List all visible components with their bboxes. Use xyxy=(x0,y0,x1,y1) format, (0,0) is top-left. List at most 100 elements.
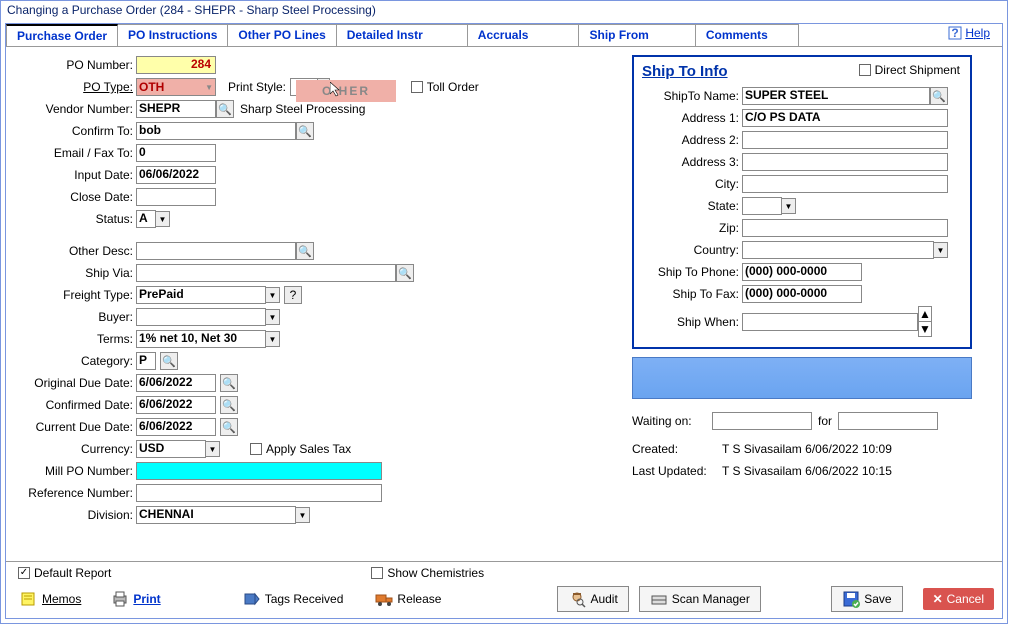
shipto-name-field[interactable]: SUPER STEEL xyxy=(742,87,930,105)
toll-order-checkbox[interactable]: Toll Order xyxy=(411,80,479,94)
checkbox-icon xyxy=(411,81,423,93)
addr1-field[interactable]: C/O PS DATA xyxy=(742,109,948,127)
country-field[interactable]: ▼ xyxy=(742,241,948,259)
spin-up-icon[interactable]: ▲ xyxy=(918,306,932,322)
mill-po-field[interactable] xyxy=(136,462,382,480)
addr3-label: Address 3: xyxy=(642,155,742,169)
category-label: Category: xyxy=(16,354,136,368)
zip-field[interactable] xyxy=(742,219,948,237)
ship-to-panel: Direct Shipment Ship To Info ShipTo Name… xyxy=(632,55,972,349)
waiting-for-field[interactable] xyxy=(838,412,938,430)
ship-when-field[interactable] xyxy=(742,313,918,331)
cancel-button[interactable]: ✕ Cancel xyxy=(923,588,994,610)
help-link[interactable]: ? Help xyxy=(948,26,990,40)
waiting-on-field[interactable] xyxy=(712,412,812,430)
search-icon: 🔍 xyxy=(222,377,236,390)
tab-detailed-instr[interactable]: Detailed Instr xyxy=(336,24,468,46)
audit-button[interactable]: Audit xyxy=(557,586,628,612)
spin-down-icon[interactable]: ▼ xyxy=(918,322,932,337)
shipto-phone-field[interactable]: (000) 000-0000 xyxy=(742,263,862,281)
created-label: Created: xyxy=(632,442,722,456)
terms-label: Terms: xyxy=(16,332,136,346)
addr2-label: Address 2: xyxy=(642,133,742,147)
created-value: T S Sivasailam 6/06/2022 10:09 xyxy=(722,442,892,456)
checkbox-icon xyxy=(859,64,871,76)
confirmed-date-label: Confirmed Date: xyxy=(16,398,136,412)
printer-icon xyxy=(111,590,129,608)
confirmed-date-lookup-button[interactable]: 🔍 xyxy=(220,396,238,414)
confirm-to-field[interactable]: bob xyxy=(136,122,296,140)
close-date-field[interactable] xyxy=(136,188,216,206)
addr2-field[interactable] xyxy=(742,131,948,149)
scan-manager-button[interactable]: Scan Manager xyxy=(639,586,761,612)
freight-type-label: Freight Type: xyxy=(16,288,136,302)
reference-number-field[interactable] xyxy=(136,484,382,502)
email-fax-field[interactable]: 0 xyxy=(136,144,216,162)
buyer-field[interactable]: ▼ xyxy=(136,308,280,326)
print-style-label: Print Style: xyxy=(228,80,286,94)
po-number-field[interactable]: 284 xyxy=(136,56,216,74)
release-button[interactable]: Release xyxy=(369,588,447,610)
addr3-field[interactable] xyxy=(742,153,948,171)
city-label: City: xyxy=(642,177,742,191)
shipto-fax-field[interactable]: (000) 000-0000 xyxy=(742,285,862,303)
category-lookup-button[interactable]: 🔍 xyxy=(160,352,178,370)
state-field[interactable]: ▼ xyxy=(742,197,796,215)
currency-field[interactable]: USD▼ xyxy=(136,440,220,458)
current-due-field[interactable]: 6/06/2022 xyxy=(136,418,216,436)
save-button[interactable]: Save xyxy=(831,586,902,612)
tab-other-po-lines[interactable]: Other PO Lines xyxy=(227,24,336,46)
other-desc-lookup-button[interactable]: 🔍 xyxy=(296,242,314,260)
vendor-lookup-button[interactable]: 🔍 xyxy=(216,100,234,118)
other-desc-field[interactable] xyxy=(136,242,296,260)
terms-field[interactable]: 1% net 10, Net 30▼ xyxy=(136,330,280,348)
chevron-down-icon: ▼ xyxy=(296,507,310,523)
division-label: Division: xyxy=(16,508,136,522)
tags-received-button[interactable]: Tags Received xyxy=(237,588,350,610)
status-field[interactable]: A▼ xyxy=(136,210,170,228)
confirmed-date-field[interactable]: 6/06/2022 xyxy=(136,396,216,414)
memos-button[interactable]: Memos xyxy=(14,588,87,610)
shipto-fax-label: Ship To Fax: xyxy=(642,287,742,301)
confirm-to-lookup-button[interactable]: 🔍 xyxy=(296,122,314,140)
apply-tax-checkbox[interactable]: Apply Sales Tax xyxy=(250,442,351,456)
ship-via-field[interactable] xyxy=(136,264,396,282)
show-chemistries-checkbox[interactable]: Show Chemistries xyxy=(371,566,484,580)
current-due-lookup-button[interactable]: 🔍 xyxy=(220,418,238,436)
direct-shipment-checkbox[interactable]: Direct Shipment xyxy=(859,63,960,77)
chevron-down-icon: ▼ xyxy=(782,198,796,214)
ship-via-label: Ship Via: xyxy=(16,266,136,280)
other-desc-label: Other Desc: xyxy=(16,244,136,258)
tab-comments[interactable]: Comments xyxy=(695,24,799,46)
help-icon: ? xyxy=(948,26,962,40)
ship-via-lookup-button[interactable]: 🔍 xyxy=(396,264,414,282)
email-fax-label: Email / Fax To: xyxy=(16,146,136,160)
tab-ship-from[interactable]: Ship From xyxy=(578,24,695,46)
freight-type-field[interactable]: PrePaid▼ xyxy=(136,286,280,304)
input-date-field[interactable]: 06/06/2022 xyxy=(136,166,216,184)
division-field[interactable]: CHENNAI▼ xyxy=(136,506,310,524)
truck-icon xyxy=(375,590,393,608)
original-due-field[interactable]: 6/06/2022 xyxy=(136,374,216,392)
vendor-number-field[interactable]: SHEPR xyxy=(136,100,216,118)
chevron-down-icon: ▼ xyxy=(156,211,170,227)
reference-number-label: Reference Number: xyxy=(16,486,136,500)
freight-help-button[interactable]: ? xyxy=(284,286,302,304)
original-due-lookup-button[interactable]: 🔍 xyxy=(220,374,238,392)
shipto-name-label: ShipTo Name: xyxy=(642,89,742,103)
tab-accruals[interactable]: Accruals xyxy=(467,24,580,46)
shipto-name-lookup-button[interactable]: 🔍 xyxy=(930,87,948,105)
tab-po-instructions[interactable]: PO Instructions xyxy=(117,24,228,46)
category-field[interactable]: P xyxy=(136,352,156,370)
chevron-down-icon: ▼ xyxy=(206,441,220,457)
updated-label: Last Updated: xyxy=(632,464,722,478)
tab-purchase-order[interactable]: Purchase Order xyxy=(6,24,118,46)
po-type-field[interactable]: OTH▼ xyxy=(136,78,216,96)
default-report-checkbox[interactable]: ✓ Default Report xyxy=(18,566,111,580)
currency-label: Currency: xyxy=(16,442,136,456)
city-field[interactable] xyxy=(742,175,948,193)
print-button[interactable]: Print xyxy=(105,588,166,610)
checkbox-checked-icon: ✓ xyxy=(18,567,30,579)
memo-icon xyxy=(20,590,38,608)
updated-value: T S Sivasailam 6/06/2022 10:15 xyxy=(722,464,892,478)
